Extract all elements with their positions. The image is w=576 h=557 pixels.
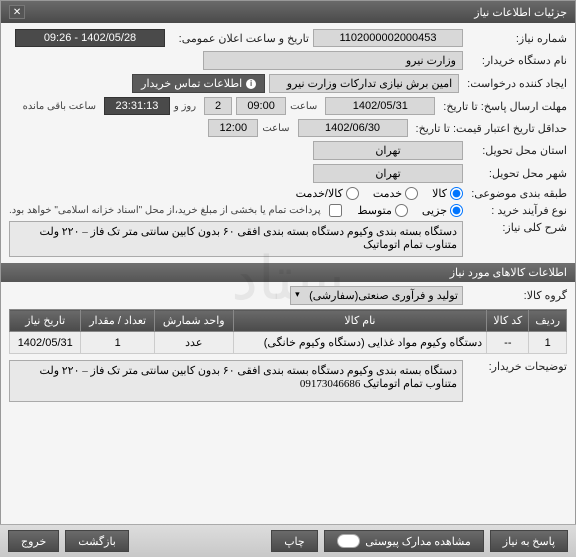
category-service-radio[interactable] [405,187,418,200]
validity-date: 1402/06/30 [298,119,408,137]
category-goods-radio[interactable] [450,187,463,200]
announce-datetime-value: 1402/05/28 - 09:26 [15,29,165,47]
reply-button-label: پاسخ به نیاز [503,536,555,548]
treasury-checkbox[interactable] [329,204,342,217]
reply-deadline-date: 1402/05/31 [325,97,435,115]
col-row: ردیف [529,310,567,332]
reply-button[interactable]: پاسخ به نیاز [490,530,568,552]
reply-deadline-label: مهلت ارسال پاسخ: تا تاریخ: [439,100,567,113]
col-qty: تعداد / مقدار [81,310,154,332]
process-low-label: جزیی [422,204,447,217]
cell-need-date: 1402/05/31 [10,332,81,354]
buyer-note-label: توضیحات خریدار: [467,360,567,373]
category-service-label: خدمت [373,187,402,200]
attachments-button-label: مشاهده مدارک پیوستی [365,535,471,548]
creator-label: ایجاد کننده درخواست: [463,77,567,90]
category-service-option[interactable]: خدمت [373,187,418,200]
validity-time: 12:00 [208,119,258,137]
contact-info-button[interactable]: i اطلاعات تماس خریدار [132,74,265,93]
reply-deadline-time: 09:00 [236,97,286,115]
col-name: نام کالا [233,310,487,332]
province-label: استان محل تحویل: [467,144,567,157]
remain-word: ساعت باقی مانده [23,101,96,112]
category-radio-group: کالا خدمت کالا/خدمت [296,187,463,200]
need-number-value: 1102000002000453 [313,29,463,47]
goods-group-label: گروه کالا: [467,289,567,302]
need-number-label: شماره نیاز: [467,32,567,45]
table-header-row: ردیف کد کالا نام کالا واحد شمارش تعداد /… [10,310,567,332]
city-label: شهر محل تحویل: [467,167,567,180]
close-icon[interactable]: ✕ [9,5,25,19]
validity-label: حداقل تاریخ اعتبار قیمت: تا تاریخ: [412,122,567,135]
category-label: طبقه بندی موضوعی: [467,187,567,200]
print-button-label: چاپ [284,536,305,548]
footer-bar: پاسخ به نیاز مشاهده مدارک پیوستی 0 چاپ ب… [0,524,576,557]
exit-button-label: خروج [21,536,46,548]
back-button[interactable]: بازگشت [65,530,129,552]
cell-unit: عدد [154,332,233,354]
category-goods-label: کالا [432,187,447,200]
contact-info-label: اطلاعات تماس خریدار [141,77,242,90]
back-button-label: بازگشت [78,536,116,548]
items-table: ردیف کد کالا نام کالا واحد شمارش تعداد /… [9,309,567,354]
buyer-org-value: وزارت نیرو [203,51,463,70]
cell-row: 1 [529,332,567,354]
cell-code: -- [487,332,529,354]
announce-datetime-label: تاریخ و ساعت اعلان عمومی: [169,32,309,45]
buyer-org-label: نام دستگاه خریدار: [467,54,567,67]
window-title: جزئیات اطلاعات نیاز [474,6,567,19]
days-word: روز و [174,101,196,112]
category-both-label: کالا/خدمت [296,187,343,200]
cell-qty: 1 [81,332,154,354]
items-section-header: اطلاعات کالاهای مورد نیاز [1,263,575,282]
exit-button[interactable]: خروج [8,530,59,552]
goods-group-value: تولید و فرآوری صنعتی(سفارشی) [309,290,458,302]
info-icon: i [246,79,256,89]
category-both-radio[interactable] [346,187,359,200]
process-type-label: نوع فرآیند خرید : [467,204,567,217]
province-value: تهران [313,141,463,160]
creator-value: امین برش نیازی تدارکات وزارت نیرو [269,74,459,93]
window-title-bar: جزئیات اطلاعات نیاز ✕ [1,1,575,23]
time-word-1: ساعت [290,101,317,112]
process-low-option[interactable]: جزیی [422,204,463,217]
time-word-2: ساعت [262,123,289,134]
category-goods-option[interactable]: کالا [432,187,463,200]
attachments-count: 0 [337,534,361,548]
buyer-note-textarea[interactable] [9,360,463,402]
description-textarea[interactable] [9,221,463,257]
goods-group-select[interactable]: تولید و فرآوری صنعتی(سفارشی) [290,286,463,305]
process-mid-option[interactable]: متوسط [357,204,408,217]
process-mid-radio[interactable] [395,204,408,217]
cell-name: دستگاه وکیوم مواد غذایی (دستگاه وکیوم خا… [233,332,487,354]
countdown-timer: 23:31:13 [104,97,170,115]
city-value: تهران [313,164,463,183]
col-need-date: تاریخ نیاز [10,310,81,332]
col-code: کد کالا [487,310,529,332]
description-label: شرح کلی نیاز: [467,221,567,234]
treasury-note: پرداخت تمام یا بخشی از مبلغ خرید،از محل … [9,205,321,216]
process-low-radio[interactable] [450,204,463,217]
table-row[interactable]: 1 -- دستگاه وکیوم مواد غذایی (دستگاه وکی… [10,332,567,354]
days-remaining: 2 [204,97,232,115]
process-radio-group: جزیی متوسط [357,204,463,217]
category-both-option[interactable]: کالا/خدمت [296,187,359,200]
col-unit: واحد شمارش [154,310,233,332]
attachments-button[interactable]: مشاهده مدارک پیوستی 0 [324,530,484,552]
print-button[interactable]: چاپ [271,530,318,552]
process-mid-label: متوسط [357,204,392,217]
